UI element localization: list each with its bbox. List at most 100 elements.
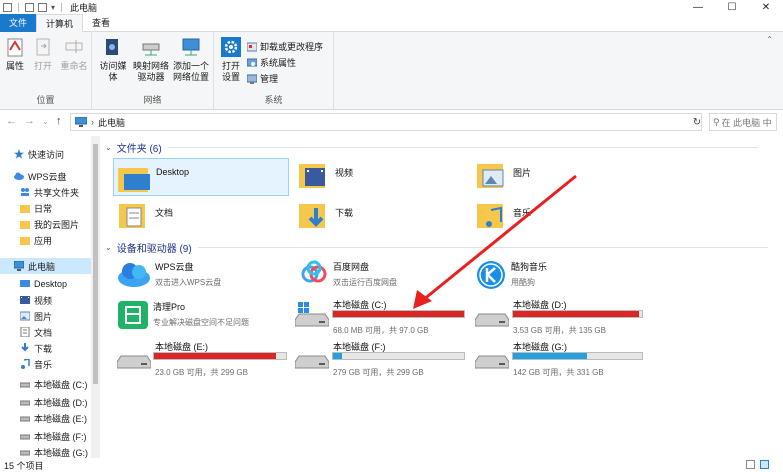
ribbon-group-network: 访问媒体 映射网络 驱动器 添加一个 网络位置 网络 <box>92 32 214 110</box>
add-network-location-button[interactable]: 添加一个 网络位置 <box>172 36 210 83</box>
nav-item-drive-e[interactable]: 本地磁盘 (E:) <box>0 410 92 426</box>
address-bar[interactable]: › 此电脑 <box>70 113 702 131</box>
this-pc-icon <box>14 261 24 271</box>
nav-item-desktop[interactable]: Desktop <box>0 276 92 292</box>
kugou-music-icon <box>477 261 505 289</box>
device-baidu-netdisk[interactable]: 百度网盘 双击运行百度网盘 <box>299 260 469 294</box>
uninstall-program-button[interactable]: 卸载或更改程序 <box>247 40 323 53</box>
ribbon-tabs: 文件 计算机 查看 <box>0 14 783 32</box>
recent-locations-icon[interactable]: ⌄ <box>42 117 49 126</box>
folder-downloads[interactable]: 下载 <box>299 200 469 236</box>
details-view-icon[interactable] <box>746 460 755 469</box>
window-title: 此电脑 <box>70 2 98 13</box>
desktop-folder-icon <box>118 168 150 192</box>
tab-file[interactable]: 文件 <box>0 14 37 32</box>
nav-item-this-pc[interactable]: 此电脑 <box>0 258 92 274</box>
settings-gear-icon <box>221 37 241 57</box>
device-wps-cloud[interactable]: WPS云盘 双击进入WPS云盘 <box>117 260 289 294</box>
nav-item-wps-cloud[interactable]: WPS云盘 <box>0 168 92 184</box>
network-location-icon <box>182 38 200 56</box>
refresh-icon[interactable]: ↻ <box>690 113 704 131</box>
maximize-button[interactable]: ☐ <box>715 0 749 14</box>
map-network-drive-button[interactable]: 映射网络 驱动器 <box>132 36 170 83</box>
folder-documents[interactable]: 文档 <box>119 200 289 236</box>
folder-videos[interactable]: 视频 <box>299 160 469 196</box>
status-bar: 15 个项目 <box>0 458 783 472</box>
nav-item-pictures[interactable]: 图片 <box>0 308 92 324</box>
tab-computer[interactable]: 计算机 <box>36 14 84 32</box>
folder-pictures[interactable]: 图片 <box>477 160 647 196</box>
this-pc-icon <box>75 117 87 127</box>
drive-icon <box>20 400 30 406</box>
nav-item-quick-access[interactable]: 快速访问 <box>0 146 92 162</box>
device-kugou-music[interactable]: 酷狗音乐 用酷狗 <box>475 260 645 294</box>
video-folder-icon <box>299 164 325 188</box>
up-button[interactable]: ↑ <box>56 115 62 127</box>
nav-item-my-cloud-pictures[interactable]: 我的云图片 <box>0 216 92 232</box>
shared-folder-icon <box>21 188 29 196</box>
rename-button[interactable]: 重命名 <box>60 36 88 72</box>
search-input[interactable]: ⚲ 在 此电脑 中 <box>709 113 777 131</box>
media-icon <box>106 39 118 55</box>
ribbon-group-system: 打开 设置 卸载或更改程序 系统属性 管理 系统 <box>214 32 334 110</box>
devices-section-header[interactable]: ⌄ 设备和驱动器 (9) <box>105 240 781 255</box>
nav-item-drive-c[interactable]: 本地磁盘 (C:) <box>0 376 92 392</box>
open-icon <box>36 38 50 56</box>
nav-item-music[interactable]: 音乐 <box>0 356 92 372</box>
close-button[interactable]: ✕ <box>749 0 783 14</box>
uninstall-icon <box>247 42 257 51</box>
address-row: ← → ⌄ ↑ › 此电脑 ↻ ⚲ 在 此电脑 中 <box>0 110 783 134</box>
properties-button[interactable]: 属性 <box>4 36 26 72</box>
drive-f-usage-bar <box>332 352 465 360</box>
drive-icon <box>20 434 30 440</box>
music-icon <box>21 359 30 369</box>
open-settings-button[interactable]: 打开 设置 <box>218 36 244 83</box>
drive-icon <box>20 382 30 388</box>
folder-music[interactable]: 音乐 <box>477 200 647 236</box>
new-folder-quick-icon[interactable] <box>38 2 47 12</box>
drive-d-usage-fill <box>513 311 639 317</box>
search-icon: ⚲ <box>713 116 720 127</box>
drive-icon <box>20 450 30 456</box>
manage-icon <box>247 74 257 84</box>
open-button[interactable]: 打开 <box>32 36 54 72</box>
nav-item-videos[interactable]: 视频 <box>0 292 92 308</box>
tiles-view-icon[interactable] <box>760 460 769 469</box>
folder-desktop[interactable]: Desktop <box>113 158 289 196</box>
minimize-button[interactable]: — <box>681 0 715 14</box>
collapse-ribbon-icon[interactable]: ⌃ <box>766 35 773 44</box>
item-count: 15 个项目 <box>4 460 44 471</box>
ribbon-group-location: 属性 打开 重命名 位置 <box>0 32 92 110</box>
nav-scrollbar[interactable] <box>91 136 100 458</box>
properties-icon <box>7 38 23 57</box>
drive-c-usage-bar <box>332 310 465 318</box>
ribbon-group-label-network: 网络 <box>143 95 162 105</box>
nav-item-apps[interactable]: 应用 <box>0 232 92 248</box>
quick-access-dropdown-icon[interactable]: ▾ <box>51 3 55 12</box>
drive-icon <box>117 355 151 369</box>
tab-view[interactable]: 查看 <box>83 14 119 32</box>
window-icon[interactable] <box>3 2 12 12</box>
nav-item-daily[interactable]: 日常 <box>0 200 92 216</box>
nav-item-shared-folder[interactable]: 共享文件夹 <box>0 184 92 200</box>
drive-d-usage-bar <box>512 310 643 318</box>
nav-item-downloads[interactable]: 下载 <box>0 340 92 356</box>
picture-folder-icon <box>477 164 504 188</box>
forward-button[interactable]: → <box>24 115 35 127</box>
collapse-chevron-icon: ⌄ <box>105 143 112 152</box>
nav-item-drive-d[interactable]: 本地磁盘 (D:) <box>0 394 92 410</box>
folders-section-header[interactable]: ⌄ 文件夹 (6) <box>105 140 781 155</box>
back-button[interactable]: ← <box>6 115 17 127</box>
nav-item-documents[interactable]: 文档 <box>0 324 92 340</box>
folder-icon <box>20 205 30 213</box>
nav-scrollbar-thumb[interactable] <box>93 144 98 384</box>
access-media-button[interactable]: 访问媒体 <box>96 36 130 83</box>
device-clean-pro[interactable]: 清理Pro 专业解决磁盘空间不足问题 <box>117 300 293 336</box>
star-icon <box>14 149 24 159</box>
breadcrumb[interactable]: 此电脑 <box>98 116 125 129</box>
nav-item-drive-f[interactable]: 本地磁盘 (F:) <box>0 428 92 444</box>
wps-cloud-icon <box>118 263 150 287</box>
manage-button[interactable]: 管理 <box>247 72 278 85</box>
system-properties-button[interactable]: 系统属性 <box>247 56 296 69</box>
properties-quick-icon[interactable] <box>25 2 34 12</box>
